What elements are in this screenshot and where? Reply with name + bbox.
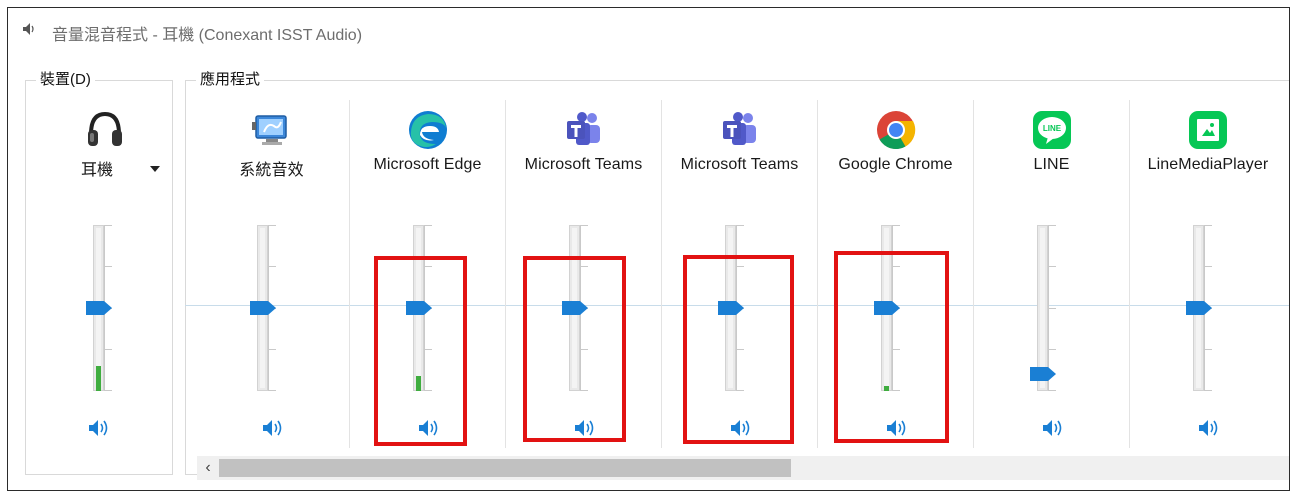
app-channel: 系統音效 (194, 100, 350, 448)
app-channel: LineMediaPlayer (1130, 100, 1286, 448)
edge-icon (408, 111, 447, 149)
title-bar: 音量混音程式 - 耳機 (Conexant ISST Audio) (8, 8, 1289, 48)
device-channel: 耳機 (25, 100, 173, 448)
app-mute-speaker-icon[interactable] (262, 418, 284, 438)
horizontal-scrollbar[interactable]: ‹ (197, 456, 1289, 480)
device-dropdown-arrow-icon[interactable] (150, 166, 160, 172)
app-channel: LINE LINE (974, 100, 1130, 448)
headphones-icon (88, 111, 122, 146)
scroll-left-arrow-icon[interactable]: ‹ (197, 456, 219, 480)
highlight-box (683, 255, 794, 444)
line-media-player-icon (1189, 111, 1227, 149)
speaker-title-icon (23, 23, 34, 35)
app-volume-ticks (1048, 225, 1058, 391)
svg-text:LINE: LINE (1042, 124, 1061, 133)
app-name: Microsoft Teams (680, 156, 799, 173)
window-title: 音量混音程式 - 耳機 (Conexant ISST Audio) (52, 27, 363, 44)
device-name: 耳機 (81, 162, 114, 179)
app-mute-speaker-icon[interactable] (1198, 418, 1220, 438)
app-volume-slider-thumb[interactable] (250, 301, 276, 315)
device-level-meter (96, 366, 101, 391)
app-name: Google Chrome (838, 156, 953, 173)
chrome-icon (876, 111, 915, 150)
teams-icon (722, 112, 756, 145)
app-volume-slider-thumb[interactable] (1186, 301, 1212, 315)
volume-mixer-window: 音量混音程式 - 耳機 (Conexant ISST Audio) 裝置(D) … (7, 7, 1290, 491)
line-icon: LINE (1032, 111, 1071, 149)
scrollbar-thumb[interactable] (219, 459, 791, 477)
app-name: LineMediaPlayer (1147, 156, 1269, 173)
teams-icon (566, 112, 600, 145)
highlight-box (834, 251, 949, 443)
app-name: Microsoft Teams (524, 156, 643, 173)
app-volume-slider-thumb[interactable] (1030, 367, 1056, 382)
app-mute-speaker-icon[interactable] (1042, 418, 1064, 438)
device-volume-slider-thumb[interactable] (86, 301, 112, 315)
device-mute-speaker-icon[interactable] (88, 418, 110, 438)
app-name: 系統音效 (239, 162, 304, 179)
highlight-box (523, 256, 626, 442)
applications-group-label: 應用程式 (196, 71, 265, 89)
highlight-box (374, 256, 467, 446)
app-name: Microsoft Edge (373, 156, 482, 173)
system-sounds-icon (251, 115, 287, 145)
app-name: LINE (1033, 156, 1070, 173)
app-volume-track[interactable] (1037, 225, 1048, 391)
device-group-label: 裝置(D) (36, 71, 95, 89)
